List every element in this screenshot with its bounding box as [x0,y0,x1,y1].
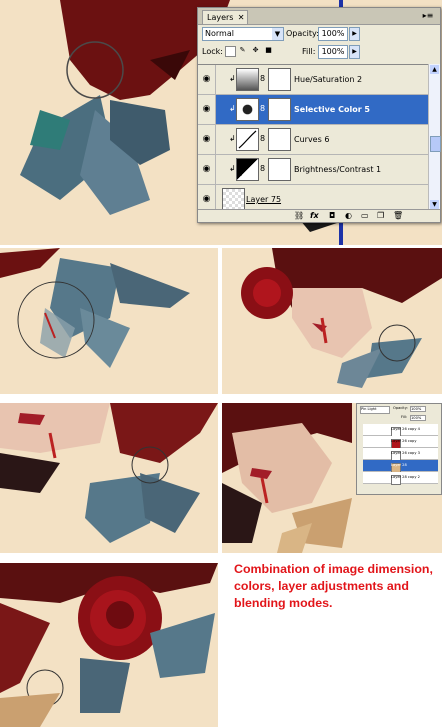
fill-label: Fill: [302,47,316,56]
clip-arrow-icon: ↲ [229,134,236,143]
clip-arrow-icon: ↲ [229,74,236,83]
curves-icon [236,128,259,151]
layers-list: ◉ ↲ 8 Hue/Saturation 2 ◉ ↲ 8 Selective C… [198,64,428,211]
face-rose-artwork [222,248,442,394]
artwork-tile-face-rose [222,248,442,394]
layer-row-selective-color[interactable]: ◉ ↲ 8 Selective Color 5 [198,95,428,125]
lock-transparent-icon[interactable] [225,46,236,57]
adjustment-layer-icon[interactable]: ◐ [345,211,352,221]
mini-layer-name: Layer 26 copy [391,439,417,443]
caption-text: Combination of image dimension, colors, … [234,562,433,610]
layer-mask-thumbnail[interactable] [268,98,291,121]
mini-layer-name: Layer 28 [391,463,407,467]
blend-mode-select[interactable]: Normal ▼ [202,27,284,41]
add-mask-icon[interactable]: ◘ [329,211,335,221]
new-layer-icon[interactable]: ❐ [377,211,384,221]
layer-name: Curves 6 [294,135,330,144]
lock-label: Lock: [202,47,223,56]
layer-name: Selective Color 5 [294,105,370,114]
scroll-down-icon[interactable]: ▼ [430,200,439,209]
chevron-down-icon: ▼ [272,28,283,40]
fill-field[interactable]: 100% [318,45,348,59]
eye-icon[interactable]: ◉ [198,185,216,211]
rose-leaves-artwork [0,563,218,727]
mini-layer-row-selected[interactable]: Layer 28 [363,460,438,473]
panel-menu-icon[interactable]: ▸≡ [421,11,435,20]
lock-row: Lock: ✎ ✥ ■ Fill: 100% ▶ [202,45,436,59]
mini-layer-row[interactable]: Layer 28 copy 2 [363,472,438,485]
mini-fill-label: Fill: [401,415,408,419]
lock-brush-icon[interactable]: ✎ [238,46,247,55]
layer-name: Brightness/Contrast 1 [294,165,382,174]
layers-panel: Layers ✕ ▸≡ Normal ▼ Opacity: 100% ▶ Loc… [197,7,441,223]
link-icon: 8 [260,104,266,113]
blend-mode-value: Normal [205,29,234,38]
hue-saturation-icon [236,68,259,91]
mini-blend-select[interactable]: Pin Light [360,406,390,414]
layer-mask-thumbnail[interactable] [268,68,291,91]
panel-bottom-bar: ⛓ fx ◘ ◐ ▭ ❐ 🗑 [198,209,440,222]
eye-icon[interactable]: ◉ [198,155,216,184]
mini-layer-name: Layer 26 copy 4 [391,427,420,431]
layers-scrollbar[interactable]: ▲ ▼ [428,64,441,210]
clip-arrow-icon: ↲ [229,164,236,173]
selective-color-icon [236,98,259,121]
fill-slider-arrow-icon[interactable]: ▶ [349,45,360,59]
mini-layer-name: Layer 26 copy 3 [391,451,420,455]
mini-layer-row[interactable]: Layer 26 copy 4 [363,424,438,437]
artwork-tile-lips-leaves [0,403,218,553]
clip-arrow-icon: ↲ [229,104,236,113]
mini-layer-row[interactable]: Layer 26 copy [363,436,438,449]
layer-name: Layer 75 [246,195,282,204]
lips-leaves-artwork [0,403,218,553]
lock-move-icon[interactable]: ✥ [251,46,260,55]
layer-row-hue-saturation[interactable]: ◉ ↲ 8 Hue/Saturation 2 [198,65,428,95]
layer-row-curves[interactable]: ◉ ↲ 8 Curves 6 [198,125,428,155]
scroll-thumb[interactable] [430,136,441,152]
opacity-slider-arrow-icon[interactable]: ▶ [349,27,360,41]
leaves-brush-artwork [0,248,218,394]
eye-icon[interactable]: ◉ [198,65,216,94]
eye-icon[interactable]: ◉ [198,125,216,154]
opacity-label: Opacity: [286,29,319,38]
mini-layer-name: Layer 28 copy 2 [391,475,420,479]
layer-name: Hue/Saturation 2 [294,75,363,84]
layer-row-brightness-contrast[interactable]: ◉ ↲ 8 Brightness/Contrast 1 [198,155,428,185]
blend-row: Normal ▼ Opacity: 100% ▶ [202,27,436,41]
scroll-up-icon[interactable]: ▲ [430,65,439,74]
link-layers-icon[interactable]: ⛓ [294,211,304,221]
link-icon: 8 [260,134,266,143]
artwork-tile-leaves-circle [0,248,218,394]
tab-layers[interactable]: Layers ✕ [202,10,249,24]
close-icon[interactable]: ✕ [238,11,245,24]
brightness-contrast-icon [236,158,259,181]
eye-icon[interactable]: ◉ [198,95,216,124]
mini-layers-panel: Pin Light Opacity: 100% Fill: 100% Layer… [356,403,442,495]
layer-row-layer-75[interactable]: ◉ Layer 75 [198,185,428,211]
opacity-field[interactable]: 100% [318,27,348,41]
mini-layer-row[interactable]: Layer 26 copy 3 [363,448,438,461]
folder-icon[interactable]: ▭ [361,211,369,221]
link-icon: 8 [260,164,266,173]
mini-opacity-field[interactable]: 100% [410,406,426,412]
layer-mask-thumbnail[interactable] [268,128,291,151]
tab-layers-label: Layers [207,13,234,22]
link-icon: 8 [260,74,266,83]
trash-icon[interactable]: 🗑 [393,211,403,221]
fx-icon[interactable]: fx [310,211,319,221]
artwork-tile-rose-bottom [0,563,218,727]
layer-thumbnail [222,188,245,211]
layer-mask-thumbnail[interactable] [268,158,291,181]
lock-all-icon[interactable]: ■ [264,46,273,55]
mini-fill-field[interactable]: 100% [410,415,426,421]
panel-tab-bar: Layers ✕ ▸≡ [198,8,440,25]
mini-opacity-label: Opacity: [393,406,408,410]
